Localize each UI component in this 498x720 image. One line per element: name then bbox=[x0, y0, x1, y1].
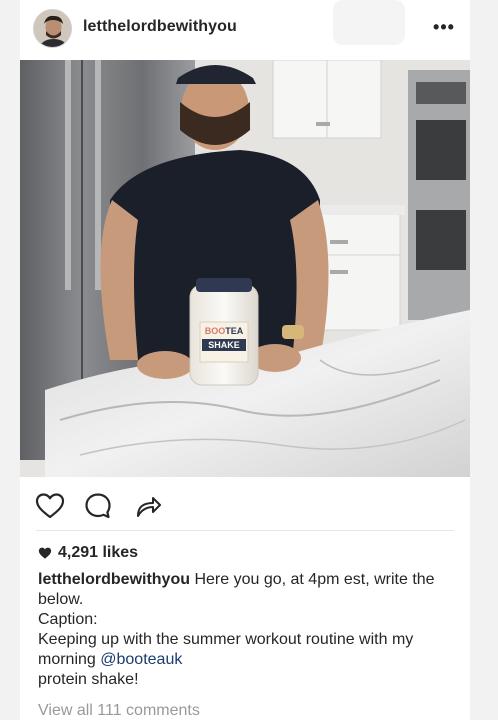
post-photo[interactable]: BOOTEA SHAKE bbox=[20, 60, 470, 477]
caption-text-3: Keeping up with the summer workout routi… bbox=[38, 631, 414, 668]
post-actions-bar bbox=[20, 484, 470, 528]
product-brand-top: BOO bbox=[204, 326, 226, 336]
heart-outline-icon[interactable] bbox=[34, 490, 66, 522]
heart-filled-icon bbox=[38, 547, 52, 559]
avatar[interactable] bbox=[33, 9, 72, 48]
likes-count[interactable]: 4,291 likes bbox=[38, 544, 138, 562]
caption-mention[interactable]: @booteauk bbox=[100, 651, 182, 668]
caption-first-line: letthelordbewithyou Here you go, at 4pm … bbox=[38, 570, 458, 610]
faded-overlay-tile bbox=[333, 0, 405, 45]
product-name: SHAKE bbox=[202, 339, 246, 351]
actions-divider bbox=[36, 530, 454, 531]
post-header: letthelordbewithyou ••• bbox=[20, 0, 470, 58]
post-caption: letthelordbewithyou Here you go, at 4pm … bbox=[38, 570, 458, 690]
avatar-image bbox=[34, 10, 71, 47]
product-label-text: BOOTEA SHAKE bbox=[202, 326, 246, 351]
product-brand-bottom: TEA bbox=[225, 326, 244, 336]
comment-bubble-icon[interactable] bbox=[82, 490, 114, 522]
caption-text-2: Caption: bbox=[38, 611, 98, 628]
likes-text: 4,291 likes bbox=[58, 544, 139, 561]
more-options-icon[interactable]: ••• bbox=[430, 16, 458, 38]
instagram-post: letthelordbewithyou ••• BOOTEA SHAKE 4,2… bbox=[20, 0, 470, 720]
post-username[interactable]: letthelordbewithyou bbox=[83, 18, 237, 36]
caption-username[interactable]: letthelordbewithyou bbox=[38, 571, 190, 588]
caption-text-4: protein shake! bbox=[38, 671, 139, 688]
share-arrow-icon[interactable] bbox=[132, 490, 164, 522]
kitchen-photo bbox=[20, 60, 470, 477]
view-all-comments-link[interactable]: View all 111 comments bbox=[38, 702, 200, 720]
caption-text-3-wrap: Keeping up with the summer workout routi… bbox=[38, 630, 458, 670]
